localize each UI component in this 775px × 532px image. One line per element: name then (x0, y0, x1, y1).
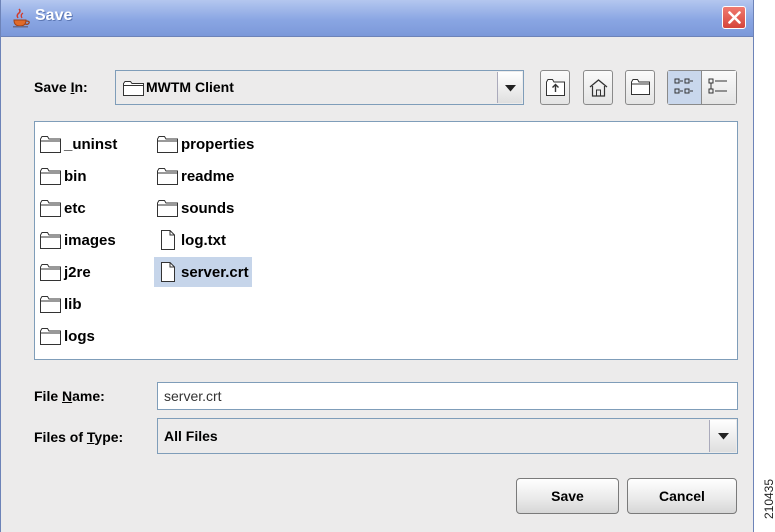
file-icon (161, 230, 175, 250)
folder-icon (157, 136, 178, 153)
folder-icon (123, 81, 144, 96)
file-item-j2re[interactable]: j2re (37, 257, 94, 287)
java-cup-icon (13, 8, 30, 28)
file-item-label: properties (181, 135, 255, 153)
save-in-dropdown[interactable]: MWTM Client (115, 70, 524, 105)
file-item-sounds[interactable]: sounds (154, 193, 237, 223)
home-button[interactable] (583, 70, 613, 105)
figure-id: 210435 (761, 470, 775, 532)
title-bar[interactable]: Save (1, 0, 753, 37)
file-item-label: logs (64, 327, 95, 345)
file-list[interactable]: _uninst bin etc images j2re lib logs pro… (34, 121, 738, 360)
save-in-label: Save In: (34, 79, 88, 95)
file-item-label: log.txt (181, 231, 226, 249)
save-in-dropdown-arrow[interactable] (497, 72, 522, 103)
file-item-properties[interactable]: properties (154, 129, 257, 159)
list-view-icon (674, 78, 693, 94)
close-x-icon (728, 11, 741, 24)
file-item-label: images (64, 231, 116, 249)
close-button[interactable] (722, 6, 746, 29)
home-icon (589, 79, 608, 97)
folder-icon (40, 296, 61, 313)
file-name-input[interactable] (157, 382, 738, 410)
file-type-value: All Files (164, 428, 218, 444)
file-item-etc[interactable]: etc (37, 193, 89, 223)
up-one-level-button[interactable] (540, 70, 570, 105)
folder-icon (157, 168, 178, 185)
file-type-dropdown[interactable]: All Files (157, 418, 738, 454)
file-item-label: j2re (64, 263, 91, 281)
file-type-label: Files of Type: (34, 429, 124, 445)
figure-id-text: 210435 (762, 478, 775, 520)
chevron-down-icon (505, 85, 516, 92)
save-in-value: MWTM Client (146, 79, 234, 95)
file-item-bin[interactable]: bin (37, 161, 90, 191)
folder-icon (40, 328, 61, 345)
file-name-label: File Name: (34, 388, 105, 404)
file-item-log-txt[interactable]: log.txt (154, 225, 229, 255)
file-item-lib[interactable]: lib (37, 289, 85, 319)
file-item-uninst[interactable]: _uninst (37, 129, 120, 159)
folder-icon (40, 168, 61, 185)
file-item-label: _uninst (64, 135, 118, 153)
folder-icon (157, 200, 178, 217)
folder-up-icon (546, 79, 565, 96)
file-item-images[interactable]: images (37, 225, 119, 255)
save-dialog: Save Save In: MWTM Client _uninst bin et… (0, 0, 754, 532)
list-view-button[interactable] (668, 71, 702, 104)
chevron-down-icon (718, 433, 729, 440)
file-item-label: server.crt (181, 263, 249, 281)
file-item-logs[interactable]: logs (37, 321, 98, 351)
file-item-label: sounds (181, 199, 235, 217)
details-view-button[interactable] (702, 71, 736, 104)
view-mode-toggle (667, 70, 737, 105)
folder-icon (40, 136, 61, 153)
folder-icon (40, 264, 61, 281)
file-icon (161, 262, 175, 282)
file-item-label: lib (64, 295, 82, 313)
folder-icon (40, 232, 61, 249)
new-folder-button[interactable] (625, 70, 655, 105)
cancel-button[interactable]: Cancel (627, 478, 737, 514)
new-folder-icon (631, 79, 650, 95)
details-view-icon (708, 78, 727, 94)
folder-icon (40, 200, 61, 217)
file-type-dropdown-arrow[interactable] (709, 420, 736, 452)
file-item-server-crt[interactable]: server.crt (154, 257, 252, 287)
file-item-label: bin (64, 167, 87, 185)
file-item-label: readme (181, 167, 235, 185)
window-title: Save (35, 7, 73, 24)
file-item-label: etc (64, 199, 86, 217)
save-button[interactable]: Save (516, 478, 619, 514)
file-item-readme[interactable]: readme (154, 161, 237, 191)
